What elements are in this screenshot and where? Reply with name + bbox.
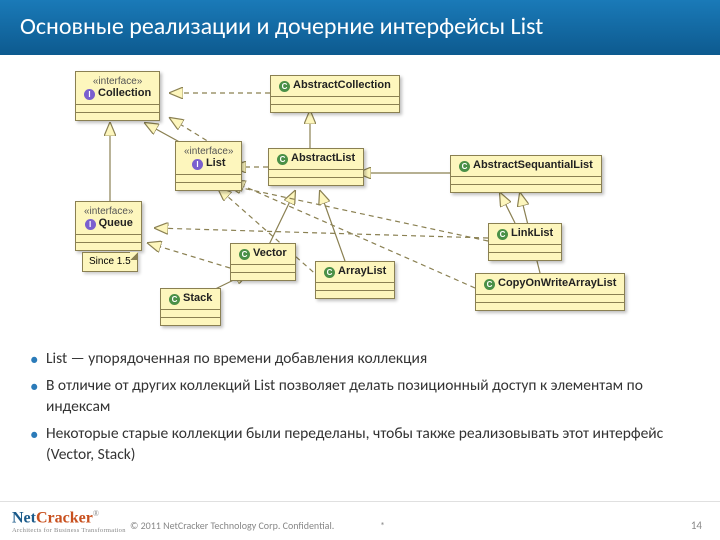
class-collection: «interface»ICollection: [75, 71, 160, 121]
class-linklist: CLinkList: [488, 223, 562, 261]
class-queue: «interface»IQueue: [75, 201, 142, 251]
page-number: 14: [691, 519, 702, 532]
bullet-item: List — упорядоченная по времени добавлен…: [30, 349, 690, 370]
footer-marker: *: [380, 519, 385, 532]
bullet-list: List — упорядоченная по времени добавлен…: [30, 349, 690, 466]
class-abstract-collection: CAbstractCollection: [270, 75, 400, 113]
class-vector: CVector: [230, 243, 296, 281]
class-copyonwritearraylist: CCopyOnWriteArrayList: [475, 273, 625, 311]
footer: NetCracker® Architects for Business Tran…: [0, 501, 720, 540]
class-abstract-list: CAbstractList: [268, 148, 364, 186]
class-arraylist: CArrayList: [315, 261, 395, 299]
slide-title: Основные реализации и дочерние интерфейс…: [0, 0, 720, 55]
logo: NetCracker® Architects for Business Tran…: [12, 509, 126, 534]
bullet-item: В отличие от других коллекций List позво…: [30, 376, 690, 418]
class-abstract-sequential-list: CAbstractSequantialList: [450, 155, 602, 193]
bullet-item: Некоторые старые коллекции были передела…: [30, 424, 690, 466]
uml-diagram: «interface»ICollection CAbstractCollecti…: [20, 63, 700, 343]
note-since: Since 1.5: [82, 252, 138, 272]
class-list: «interface»IList: [175, 141, 242, 191]
class-stack: CStack: [160, 288, 221, 326]
copyright-text: © 2011 NetCracker Technology Corp. Confi…: [130, 519, 334, 532]
